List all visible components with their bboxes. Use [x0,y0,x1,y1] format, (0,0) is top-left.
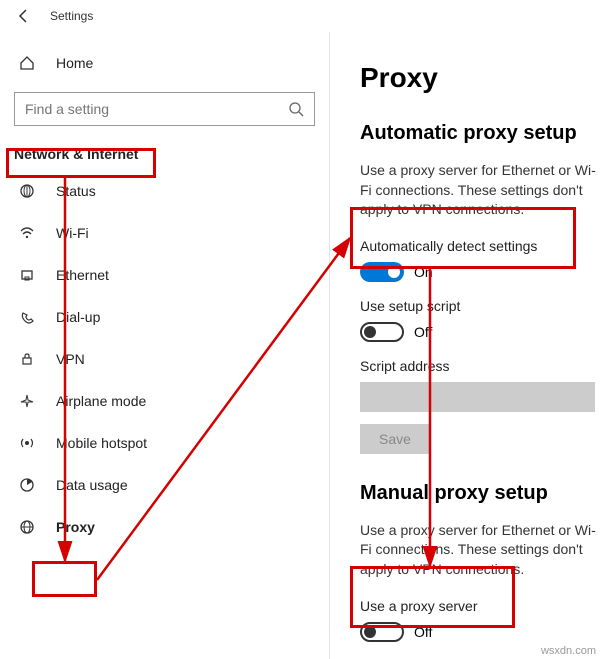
use-proxy-toggle[interactable] [360,622,404,642]
sidebar-item-label: Airplane mode [56,393,146,409]
sidebar-item-label: Ethernet [56,267,109,283]
home-icon [18,54,36,72]
arrow-left-icon [16,8,32,24]
sidebar-item-label: Data usage [56,477,128,493]
use-script-toggle[interactable] [360,322,404,342]
use-script-state: Off [414,324,432,340]
sidebar-item-label: VPN [56,351,85,367]
script-address-label: Script address [360,358,600,374]
sidebar-home-label: Home [56,55,93,71]
proxy-icon [18,518,36,536]
sidebar-category-header: Network & Internet [0,136,329,170]
page-title: Proxy [360,62,600,94]
sidebar-item-status[interactable]: Status [0,170,329,212]
window-title: Settings [50,9,93,23]
dialup-icon [18,308,36,326]
wifi-icon [18,224,36,242]
sidebar-home[interactable]: Home [0,42,329,84]
manual-proxy-heading: Manual proxy setup [360,482,600,505]
airplane-icon [18,392,36,410]
sidebar-item-hotspot[interactable]: Mobile hotspot [0,422,329,464]
ethernet-icon [18,266,36,284]
auto-proxy-desc: Use a proxy server for Ethernet or Wi-Fi… [360,161,600,220]
titlebar: Settings [0,0,600,32]
auto-detect-label: Automatically detect settings [360,238,600,254]
auto-detect-toggle[interactable] [360,262,404,282]
sidebar-item-dialup[interactable]: Dial-up [0,296,329,338]
sidebar-item-label: Status [56,183,96,199]
sidebar-item-vpn[interactable]: VPN [0,338,329,380]
sidebar-item-label: Wi-Fi [56,225,89,241]
data-usage-icon [18,476,36,494]
sidebar-item-ethernet[interactable]: Ethernet [0,254,329,296]
sidebar-item-label: Dial-up [56,309,100,325]
auto-detect-state: On [414,264,433,280]
sidebar-item-datausage[interactable]: Data usage [0,464,329,506]
sidebar-item-label: Mobile hotspot [56,435,147,451]
save-button[interactable]: Save [360,424,430,454]
content-pane: Proxy Automatic proxy setup Use a proxy … [330,32,600,659]
use-proxy-label: Use a proxy server [360,598,600,614]
search-input[interactable] [25,101,288,117]
manual-proxy-desc: Use a proxy server for Ethernet or Wi-Fi… [360,521,600,580]
vpn-icon [18,350,36,368]
sidebar: Home Network & Internet Status Wi-Fi Eth… [0,32,330,659]
search-box[interactable] [14,92,315,126]
hotspot-icon [18,434,36,452]
sidebar-item-label: Proxy [56,519,95,535]
search-icon [288,101,304,117]
sidebar-item-proxy[interactable]: Proxy [0,506,329,548]
use-proxy-state: Off [414,624,432,640]
back-button[interactable] [12,4,36,28]
watermark: wsxdn.com [541,645,596,657]
script-address-input[interactable] [360,382,595,412]
sidebar-item-airplane[interactable]: Airplane mode [0,380,329,422]
use-script-label: Use setup script [360,298,600,314]
status-icon [18,182,36,200]
sidebar-item-wifi[interactable]: Wi-Fi [0,212,329,254]
auto-proxy-heading: Automatic proxy setup [360,122,600,145]
